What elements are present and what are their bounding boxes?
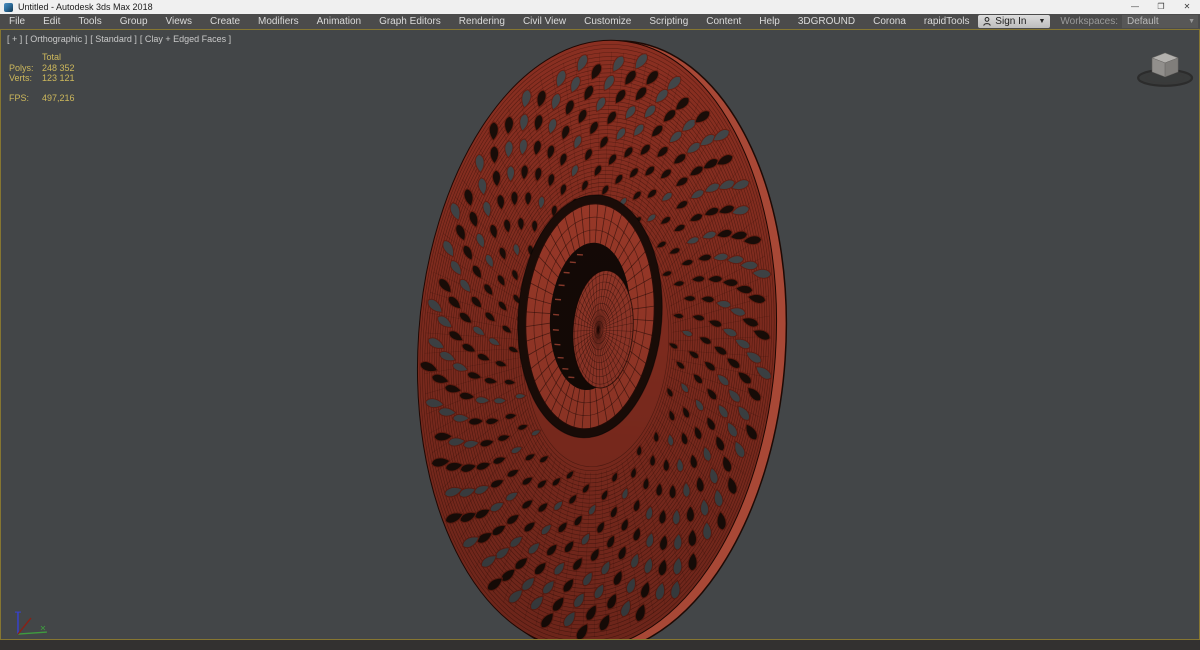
minimize-button[interactable]: — [1122, 0, 1148, 14]
stats-row-verts: Verts: 123 121 [9, 73, 75, 84]
viewport-view-menu[interactable]: [ Orthographic ] [25, 34, 87, 44]
window-controls: — ❐ ✕ [1122, 0, 1200, 14]
window-title: Untitled - Autodesk 3ds Max 2018 [18, 2, 153, 12]
menu-item-graph-editors[interactable]: Graph Editors [370, 14, 450, 29]
person-icon [983, 17, 991, 26]
sign-in-button[interactable]: Sign In ▼ [978, 15, 1051, 28]
menu-item-modifiers[interactable]: Modifiers [249, 14, 308, 29]
menu-item-rendering[interactable]: Rendering [450, 14, 514, 29]
menu-item-animation[interactable]: Animation [308, 14, 370, 29]
menu-item-file[interactable]: File [0, 14, 34, 29]
viewport-plus-menu[interactable]: [ + ] [7, 34, 22, 44]
menu-item-corona[interactable]: Corona [864, 14, 915, 29]
stats-polys-label: Polys: [9, 62, 34, 73]
menu-item-edit[interactable]: Edit [34, 14, 69, 29]
viewport-statistics: Total Polys: 248 352 Verts: 123 121 FPS:… [9, 52, 75, 103]
axis-tripod [14, 611, 47, 635]
menu-item-3dground[interactable]: 3DGROUND [789, 14, 864, 29]
stats-polys-value: 248 352 [42, 62, 75, 73]
menu-item-group[interactable]: Group [111, 14, 157, 29]
model-disc [416, 39, 788, 639]
window-bottom-edge [0, 640, 1200, 650]
sign-in-label: Sign In [995, 16, 1027, 27]
maximize-button[interactable]: ❐ [1148, 0, 1174, 14]
app-icon [4, 2, 13, 12]
stats-fps-label: FPS: [9, 92, 30, 103]
menu-item-views[interactable]: Views [157, 14, 202, 29]
workspaces-selected: Default [1127, 16, 1159, 27]
stats-row-fps: FPS: 497,216 [9, 93, 75, 104]
titlebar: Untitled - Autodesk 3ds Max 2018 — ❐ ✕ [0, 0, 1200, 14]
menu-item-help[interactable]: Help [750, 14, 789, 29]
viewport[interactable]: [ + ] [ Orthographic ] [ Standard ] [ Cl… [0, 29, 1200, 640]
menu-item-customize[interactable]: Customize [575, 14, 640, 29]
stats-verts-label: Verts: [9, 73, 33, 83]
workspaces-caret-icon: ▼ [1188, 18, 1195, 25]
viewport-renderer-menu[interactable]: [ Standard ] [90, 34, 137, 44]
menu-item-rapidtools[interactable]: rapidTools [915, 14, 979, 29]
menu-item-tools[interactable]: Tools [69, 14, 110, 29]
workspaces-dropdown[interactable]: Default ▼ [1122, 15, 1198, 28]
sign-in-caret-icon: ▼ [1038, 18, 1046, 25]
view-cube [1137, 52, 1194, 87]
stats-header: Total [42, 52, 62, 62]
stats-fps-value: 497,216 [42, 92, 75, 103]
viewport-label: [ + ] [ Orthographic ] [ Standard ] [ Cl… [7, 34, 234, 44]
viewport-shading-menu[interactable]: [ Clay + Edged Faces ] [140, 34, 231, 44]
menu-item-create[interactable]: Create [201, 14, 249, 29]
menu-item-content[interactable]: Content [697, 14, 750, 29]
workspaces-label: Workspaces: [1060, 16, 1118, 27]
stats-row-polys: Polys: 248 352 [9, 63, 75, 74]
stats-verts-value: 123 121 [42, 73, 75, 83]
scene-3d[interactable] [1, 30, 1199, 639]
menu-item-civil-view[interactable]: Civil View [514, 14, 575, 29]
menubar: File Edit Tools Group Views Create Modif… [0, 14, 1200, 29]
close-button[interactable]: ✕ [1174, 0, 1200, 14]
menu-item-scripting[interactable]: Scripting [640, 14, 697, 29]
